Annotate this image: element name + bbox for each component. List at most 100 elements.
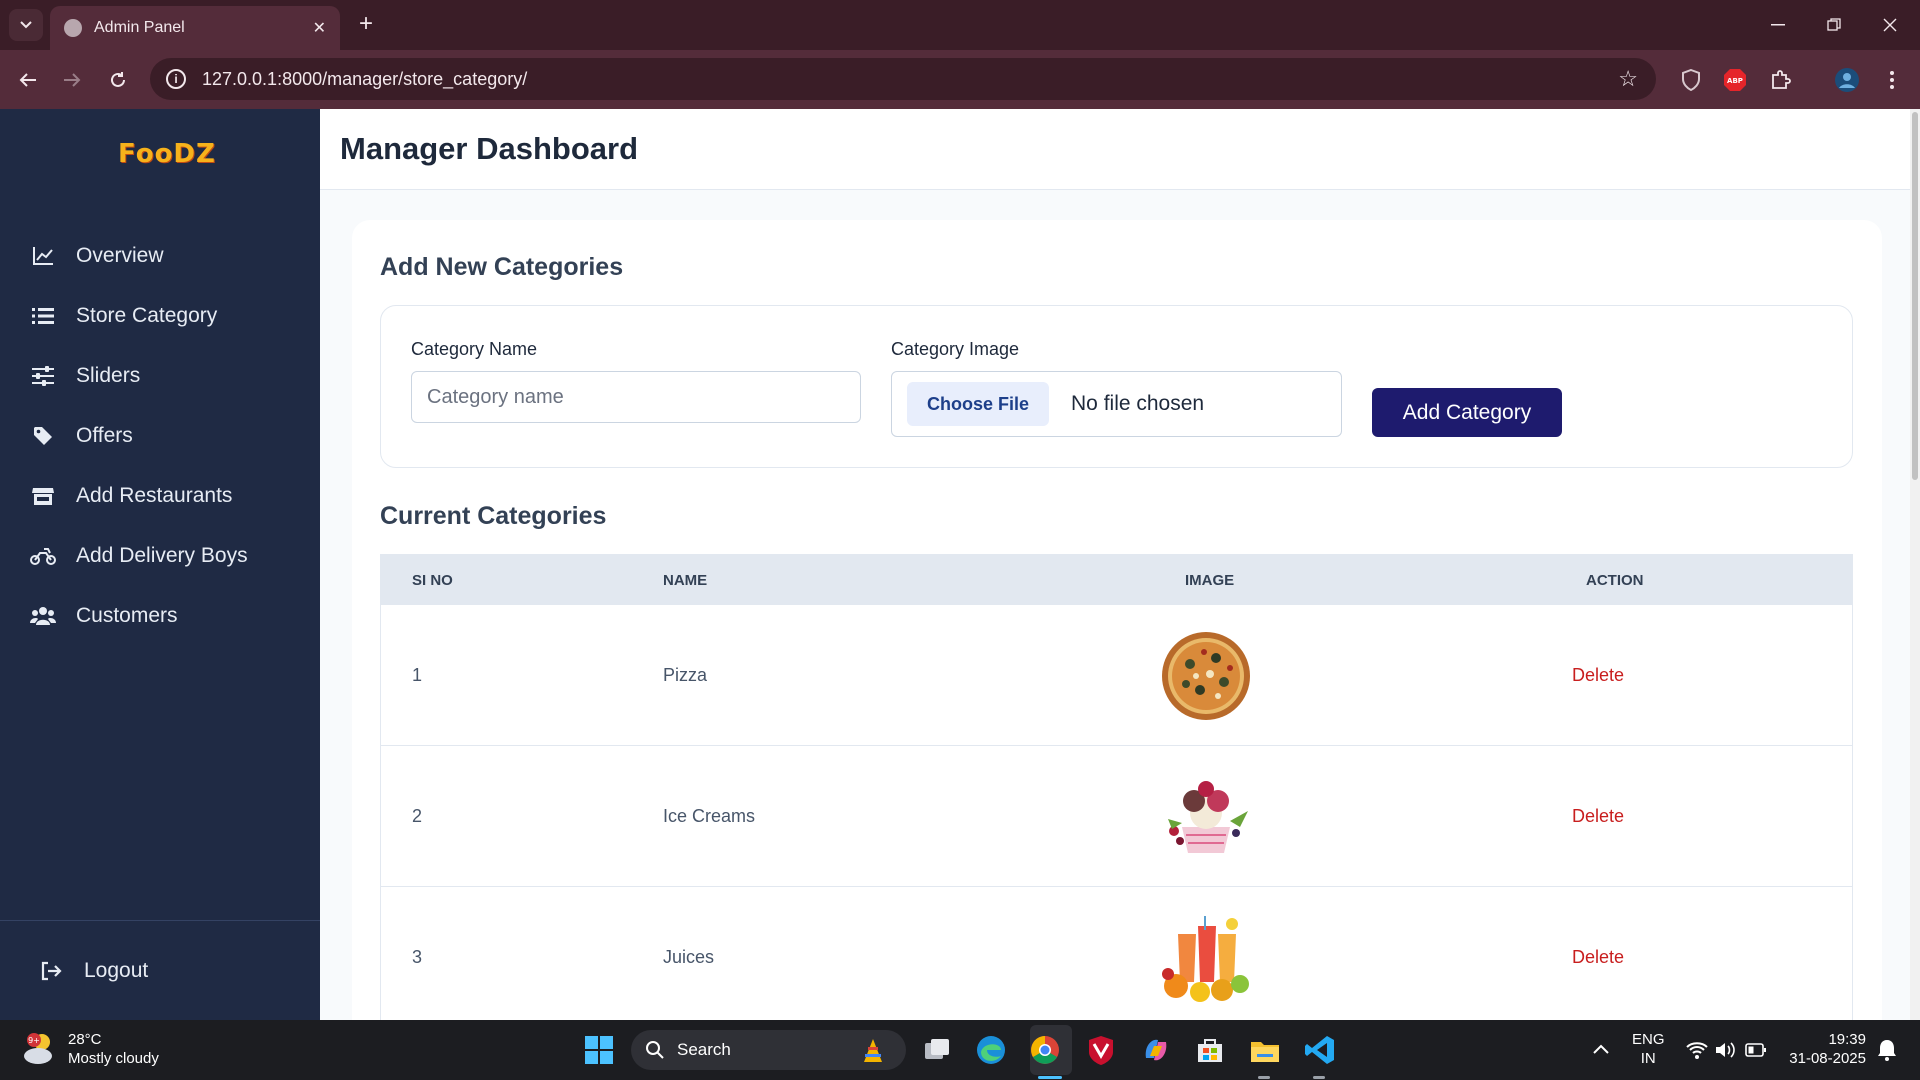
reload-button[interactable] xyxy=(102,64,134,96)
sidebar-item-add-delivery-boys[interactable]: Add Delivery Boys xyxy=(30,534,310,578)
add-category-button[interactable]: Add Category xyxy=(1372,388,1562,437)
forward-button[interactable] xyxy=(56,64,88,96)
address-bar[interactable]: i 127.0.0.1:8000/manager/store_category/… xyxy=(150,58,1656,100)
browser-tab[interactable]: Admin Panel ✕ xyxy=(50,6,340,50)
top-header: Manager Dashboard xyxy=(320,109,1910,190)
chevron-up-icon[interactable] xyxy=(1590,1038,1612,1060)
logo[interactable]: FooDZ xyxy=(118,139,216,169)
weather-widget[interactable]: 9+ 28°C Mostly cloudy xyxy=(22,1030,159,1068)
tab-search-dropdown[interactable] xyxy=(9,9,43,41)
puzzle-icon xyxy=(1772,70,1791,89)
tag-icon xyxy=(30,424,56,448)
sidebar-item-customers[interactable]: Customers xyxy=(30,594,310,638)
row-si-no: 3 xyxy=(412,947,423,967)
row-name: Juices xyxy=(663,947,715,967)
weather-description: Mostly cloudy xyxy=(68,1050,159,1067)
taskbar-search[interactable]: Search xyxy=(631,1030,906,1070)
categories-table: SI NO NAME IMAGE ACTION 1 Pizza Delete 2… xyxy=(380,554,1853,1020)
file-explorer-icon[interactable] xyxy=(1249,1034,1281,1066)
url-text: 127.0.0.1:8000/manager/store_category/ xyxy=(202,68,528,89)
store-icon xyxy=(30,484,56,508)
vscode-icon[interactable] xyxy=(1304,1034,1336,1066)
temperature: 28°C xyxy=(68,1031,102,1048)
sidebar-item-offers[interactable]: Offers xyxy=(30,414,310,458)
motorcycle-icon xyxy=(30,544,56,568)
juice-image xyxy=(1162,916,1249,1002)
list-icon xyxy=(30,304,56,328)
reload-icon xyxy=(111,72,125,87)
search-icon xyxy=(646,1041,664,1059)
sidebar-item-overview[interactable]: Overview xyxy=(30,234,310,278)
current-categories-heading: Current Categories xyxy=(380,502,607,530)
row-si-no: 1 xyxy=(412,665,423,685)
task-view-icon[interactable] xyxy=(921,1034,953,1066)
battery-icon[interactable] xyxy=(1745,1042,1767,1058)
volume-icon[interactable] xyxy=(1714,1040,1736,1060)
cloudy-weather-icon: 9+ xyxy=(24,1033,52,1064)
windows-start-icon[interactable] xyxy=(583,1034,615,1066)
minimize-icon xyxy=(1771,24,1785,26)
logout-label: Logout xyxy=(84,959,149,982)
notification-bell-icon[interactable] xyxy=(1876,1038,1898,1062)
category-image-label: Category Image xyxy=(891,339,1020,359)
app-open-indicator xyxy=(1313,1076,1325,1079)
category-name-input[interactable] xyxy=(411,371,861,423)
sidebar-item-store-category[interactable]: Store Category xyxy=(30,294,310,338)
active-app-indicator xyxy=(1038,1076,1062,1079)
new-tab-button[interactable]: + xyxy=(352,10,380,38)
chrome-icon[interactable] xyxy=(1029,1034,1061,1066)
table-row: 2 Ice Creams Delete xyxy=(381,746,1852,887)
close-window-button[interactable] xyxy=(1862,0,1918,50)
sidebar-item-label: Overview xyxy=(76,244,164,267)
row-name: Ice Creams xyxy=(663,806,756,826)
sidebar-item-sliders[interactable]: Sliders xyxy=(30,354,310,398)
site-info-icon[interactable]: i xyxy=(166,69,186,89)
restore-button[interactable] xyxy=(1806,0,1862,50)
chevron-down-icon xyxy=(20,21,32,29)
sidebar-item-label: Store Category xyxy=(76,304,218,327)
ice-cream-image xyxy=(1168,781,1248,853)
minimize-button[interactable] xyxy=(1750,0,1806,50)
delete-link[interactable]: Delete xyxy=(1572,887,1624,1020)
column-header-image: IMAGE xyxy=(1185,571,1235,589)
clock-time: 19:39 xyxy=(1828,1031,1866,1048)
users-icon xyxy=(30,604,56,628)
microsoft-store-icon[interactable] xyxy=(1194,1034,1226,1066)
extensions-button[interactable] xyxy=(1765,64,1797,96)
clock[interactable]: 19:39 31-08-2025 xyxy=(1786,1030,1866,1068)
svg-text:ABP: ABP xyxy=(1727,77,1743,85)
shield-extension[interactable] xyxy=(1675,64,1707,96)
app-open-indicator xyxy=(1258,1076,1270,1079)
bookmark-star-icon[interactable]: ☆ xyxy=(1618,66,1638,92)
chart-line-icon xyxy=(30,244,56,268)
delete-link[interactable]: Delete xyxy=(1572,605,1624,746)
wifi-icon[interactable] xyxy=(1686,1040,1708,1060)
category-image-file-input[interactable]: Choose File No file chosen xyxy=(891,371,1342,437)
browser-tab-bar: Admin Panel ✕ + xyxy=(0,0,1920,50)
profile-avatar[interactable] xyxy=(1831,64,1863,96)
add-categories-heading: Add New Categories xyxy=(380,253,624,281)
edge-browser-icon[interactable] xyxy=(975,1034,1007,1066)
adblock-extension[interactable]: ABP xyxy=(1719,64,1751,96)
row-si-no: 2 xyxy=(412,806,423,826)
row-name: Pizza xyxy=(663,665,708,685)
language-indicator[interactable]: ENG IN xyxy=(1632,1030,1665,1068)
scrollbar-thumb[interactable] xyxy=(1912,112,1918,480)
restore-icon xyxy=(1827,18,1841,31)
sidebar-item-label: Add Delivery Boys xyxy=(76,544,248,567)
avatar-icon xyxy=(1835,68,1859,92)
mcafee-icon[interactable] xyxy=(1085,1034,1117,1066)
browser-menu-button[interactable] xyxy=(1876,64,1908,96)
copilot-icon[interactable] xyxy=(1140,1034,1172,1066)
table-header: SI NO NAME IMAGE ACTION xyxy=(381,555,1852,605)
close-tab-icon[interactable]: ✕ xyxy=(313,18,326,38)
back-button[interactable] xyxy=(12,64,44,96)
sidebar-item-label: Customers xyxy=(76,604,178,627)
choose-file-button[interactable]: Choose File xyxy=(907,382,1050,426)
shield-icon xyxy=(1682,69,1700,91)
logout-button[interactable]: Logout xyxy=(40,949,148,993)
column-header-si-no: SI NO xyxy=(412,571,453,589)
delete-link[interactable]: Delete xyxy=(1572,746,1624,887)
sidebar-item-add-restaurants[interactable]: Add Restaurants xyxy=(30,474,310,518)
logout-icon xyxy=(40,961,66,981)
